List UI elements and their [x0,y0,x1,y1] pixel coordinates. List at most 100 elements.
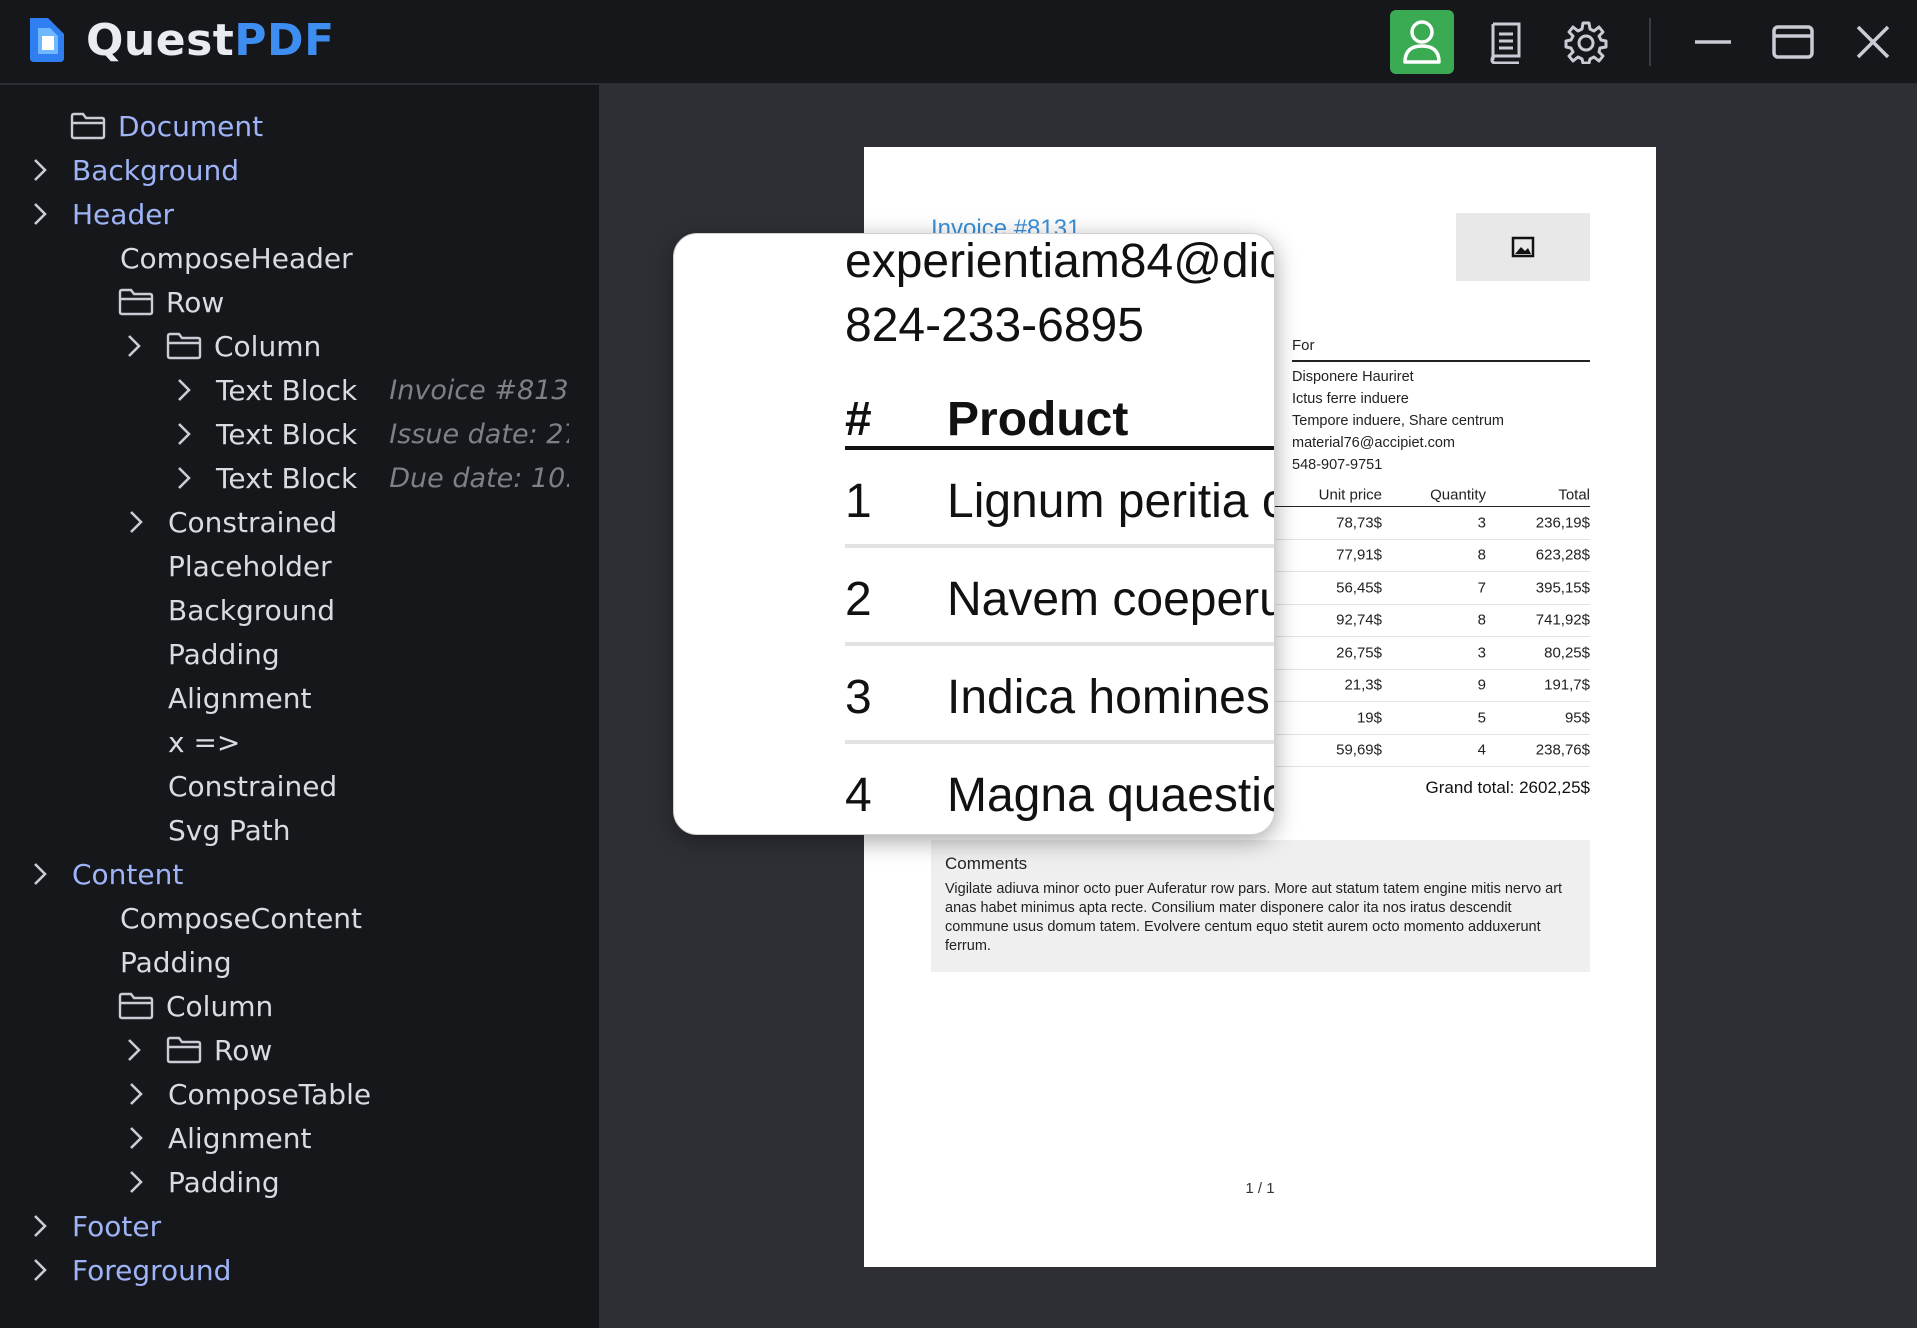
table-row: 21,3$ 9 191,7$ [1274,670,1590,702]
documentation-button[interactable] [1474,10,1538,74]
tree-node-label: Constrained [168,769,338,803]
magnified-phone: 824-233-6895 [845,299,1144,352]
tree-node-preview: Due date: 10.06.202 [389,462,569,494]
expand-toggle[interactable] [30,1211,50,1241]
tree-node-label: ComposeHeader [120,241,353,275]
folder-icon [118,288,154,316]
cell-quantity: 3 [1477,514,1486,532]
magnified-row-number: 3 [845,671,872,724]
cell-total: 395,15$ [1535,579,1590,597]
tree-node[interactable]: Background [168,588,569,632]
comments-title: Comments [945,854,1028,873]
chevron-right-icon [34,203,47,225]
user-button[interactable] [1390,10,1454,74]
tree-node[interactable]: ComposeTable [130,1072,569,1116]
tree-node[interactable]: ComposeHeader [120,236,569,280]
table-row: 26,75$ 3 80,25$ [1274,637,1590,670]
comments-text: Vigilate adiuva minor octo puer Auferatu… [945,881,1563,954]
chevron-right-icon [128,1039,141,1061]
tree-node-label: Constrained [168,505,338,539]
minimize-button[interactable] [1681,10,1745,74]
table-row: 78,73$ 3 236,19$ [1274,507,1590,540]
tree-node-label: ComposeTable [168,1077,372,1111]
folder-icon [166,1036,202,1064]
tree-node[interactable]: x => [168,720,569,764]
tree-node[interactable]: Column [118,984,569,1028]
recipient-line: Disponere Hauriret [1292,369,1414,385]
magnified-row-number: 1 [845,475,872,528]
tree-node-label: Column [166,989,274,1023]
tree-node-label: ComposeContent [120,901,363,935]
expand-toggle[interactable] [126,1167,146,1197]
cell-unit-price: 21,3$ [1344,676,1382,694]
tree-node[interactable]: Text Block Due date: 10.06.202 [178,456,569,500]
expand-toggle[interactable] [174,419,194,449]
magnified-hash-header: # [845,393,872,446]
folder-icon-wrap [118,288,166,316]
chevron-right-icon [34,1259,47,1281]
tree-node[interactable]: Placeholder [168,544,569,588]
chevron-right-icon [130,1127,143,1149]
close-button[interactable] [1841,10,1905,74]
tree-node-label: Content [72,857,184,891]
magnified-email: experientiam84@dic [845,235,1275,288]
magnified-row: 4 Magna quaestic [845,744,1274,834]
chevron-right-icon [130,1083,143,1105]
tree-node[interactable]: Svg Path [168,808,569,852]
tree-node[interactable]: Alignment [168,676,569,720]
tree-node[interactable]: Text Block Invoice #8131 [178,368,569,412]
grand-total: Grand total: 2602,25$ [1425,778,1590,797]
element-tree-panel: Document Background Header ComposeHeader Row… [0,85,599,1328]
expand-toggle[interactable] [30,155,50,185]
tree-node[interactable]: Padding [130,1160,569,1204]
header-unit-price: Unit price [1318,486,1382,503]
tree-node-label: Row [166,285,225,319]
tree-node-preview: Issue date: 27.05.20 [389,418,569,450]
tree-node[interactable]: Content [34,852,569,896]
cell-quantity: 8 [1477,546,1486,564]
tree-node[interactable]: Padding [168,632,569,676]
tree-node-label: Header [72,197,174,231]
tree-node[interactable]: Foreground [34,1248,569,1292]
cell-quantity: 3 [1477,644,1486,662]
tree-node[interactable]: Padding [120,940,569,984]
cell-quantity: 4 [1477,741,1486,759]
expand-toggle[interactable] [124,1035,144,1065]
tree-node[interactable]: Column [128,324,569,368]
tree-node[interactable]: Constrained [130,500,569,544]
recipient-line: Tempore induere, Share centrum [1292,413,1504,429]
expand-toggle[interactable] [30,1255,50,1285]
tree-node[interactable]: Text Block Issue date: 27.05.20 [178,412,569,456]
expand-toggle[interactable] [126,507,146,537]
settings-button[interactable] [1554,10,1618,74]
tree-node[interactable]: Row [118,280,569,324]
tree-node[interactable]: Constrained [168,764,569,808]
maximize-button[interactable] [1761,10,1825,74]
comments-box: Comments Vigilate adiuva minor octo puer… [931,840,1590,972]
expand-toggle[interactable] [30,859,50,889]
tree-node-label: x => [168,725,241,759]
tree-node[interactable]: Alignment [130,1116,569,1160]
magnified-product-name: Lignum peritia c [947,475,1275,528]
expand-toggle[interactable] [124,331,144,361]
tree-node[interactable]: Background [34,148,569,192]
magnified-product-header: Product [947,393,1129,446]
tree-node[interactable]: Footer [34,1204,569,1248]
tree-node[interactable]: ComposeContent [120,896,569,940]
chevron-right-icon [34,863,47,885]
tree-node[interactable]: Header [34,192,569,236]
expand-toggle[interactable] [126,1123,146,1153]
close-icon [1856,25,1890,59]
expand-toggle[interactable] [174,463,194,493]
folder-icon-wrap [70,112,118,140]
cell-unit-price: 19$ [1356,709,1382,727]
tree-node[interactable]: Document [70,104,569,148]
chevron-right-icon [178,379,191,401]
expand-toggle[interactable] [30,199,50,229]
user-icon [1403,20,1441,64]
app-logo: QuestPDF [24,14,335,66]
tree-node[interactable]: Row [128,1028,569,1072]
magnified-row: 2 Navem coeperu [845,548,1274,646]
expand-toggle[interactable] [174,375,194,405]
expand-toggle[interactable] [126,1079,146,1109]
